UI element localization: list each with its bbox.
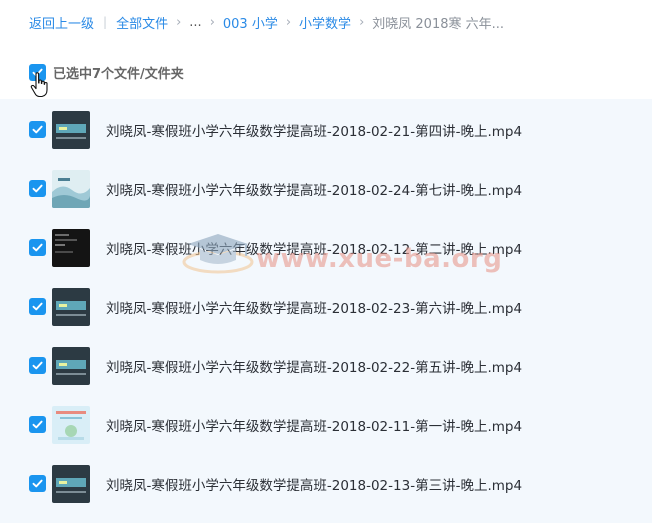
breadcrumb-current: 刘晓凤 2018寒 六年... xyxy=(372,16,505,32)
video-thumbnail[interactable] xyxy=(52,228,90,267)
file-row[interactable]: 刘晓凤-寒假班小学六年级数学提高班-2018-02-23-第六讲-晚上.mp4 xyxy=(0,277,652,336)
file-name[interactable]: 刘晓凤-寒假班小学六年级数学提高班-2018-02-23-第六讲-晚上.mp4 xyxy=(106,297,522,317)
checkmark-icon xyxy=(32,302,43,311)
file-checkbox[interactable] xyxy=(29,121,46,138)
file-row[interactable]: 刘晓凤-寒假班小学六年级数学提高班-2018-02-21-第四讲-晚上.mp4 xyxy=(0,100,652,159)
chevron-right-icon: › xyxy=(209,14,215,30)
file-name[interactable]: 刘晓凤-寒假班小学六年级数学提高班-2018-02-24-第七讲-晚上.mp4 xyxy=(106,179,522,199)
breadcrumb: 返回上一级 | 全部文件 › ... › 003 小学 › 小学数学 › 刘晓凤… xyxy=(29,12,504,32)
file-name[interactable]: 刘晓凤-寒假班小学六年级数学提高班-2018-02-22-第五讲-晚上.mp4 xyxy=(106,356,522,376)
video-thumbnail[interactable] xyxy=(52,464,90,503)
video-thumbnail[interactable] xyxy=(52,110,90,149)
file-name[interactable]: 刘晓凤-寒假班小学六年级数学提高班-2018-02-21-第四讲-晚上.mp4 xyxy=(106,120,522,140)
checkmark-icon xyxy=(32,243,43,252)
checkmark-icon xyxy=(32,420,43,429)
breadcrumb-level2[interactable]: 小学数学 xyxy=(299,13,351,32)
video-thumbnail[interactable] xyxy=(52,405,90,444)
video-thumbnail[interactable] xyxy=(52,287,90,326)
chevron-right-icon: › xyxy=(359,14,365,30)
breadcrumb-ellipsis[interactable]: ... xyxy=(189,15,201,30)
file-checkbox[interactable] xyxy=(29,475,46,492)
file-row[interactable]: 刘晓凤-寒假班小学六年级数学提高班-2018-02-22-第五讲-晚上.mp4 xyxy=(0,336,652,395)
select-all-row: 已选中7个文件/文件夹 xyxy=(29,62,184,82)
checkmark-icon xyxy=(32,125,43,134)
breadcrumb-all-files[interactable]: 全部文件 xyxy=(116,13,168,32)
file-row[interactable]: 刘晓凤-寒假班小学六年级数学提高班-2018-02-12-第二讲-晚上.mp4 xyxy=(0,218,652,277)
selection-count-label: 已选中7个文件/文件夹 xyxy=(53,66,184,82)
video-thumbnail[interactable] xyxy=(52,346,90,385)
file-checkbox[interactable] xyxy=(29,180,46,197)
checkmark-icon xyxy=(32,184,43,193)
chevron-right-icon: › xyxy=(176,14,182,30)
file-row[interactable]: 刘晓凤-寒假班小学六年级数学提高班-2018-02-11-第一讲-晚上.mp4 xyxy=(0,395,652,454)
file-checkbox[interactable] xyxy=(29,416,46,433)
file-checkbox[interactable] xyxy=(29,357,46,374)
checkmark-icon xyxy=(32,361,43,370)
file-checkbox[interactable] xyxy=(29,298,46,315)
file-name[interactable]: 刘晓凤-寒假班小学六年级数学提高班-2018-02-11-第一讲-晚上.mp4 xyxy=(106,415,522,435)
back-link[interactable]: 返回上一级 xyxy=(29,13,94,32)
checkmark-icon xyxy=(32,479,43,488)
video-thumbnail[interactable] xyxy=(52,169,90,208)
breadcrumb-divider: | xyxy=(103,15,108,29)
file-name[interactable]: 刘晓凤-寒假班小学六年级数学提高班-2018-02-13-第三讲-晚上.mp4 xyxy=(106,474,522,494)
file-row[interactable]: 刘晓凤-寒假班小学六年级数学提高班-2018-02-13-第三讲-晚上.mp4 xyxy=(0,454,652,513)
hand-pointer-icon xyxy=(30,72,48,98)
chevron-right-icon: › xyxy=(285,14,292,30)
file-row[interactable]: 刘晓凤-寒假班小学六年级数学提高班-2018-02-24-第七讲-晚上.mp4 xyxy=(0,159,652,218)
file-checkbox[interactable] xyxy=(29,239,46,256)
file-name[interactable]: 刘晓凤-寒假班小学六年级数学提高班-2018-02-12-第二讲-晚上.mp4 xyxy=(106,238,522,258)
breadcrumb-level1[interactable]: 003 小学 xyxy=(223,13,278,32)
